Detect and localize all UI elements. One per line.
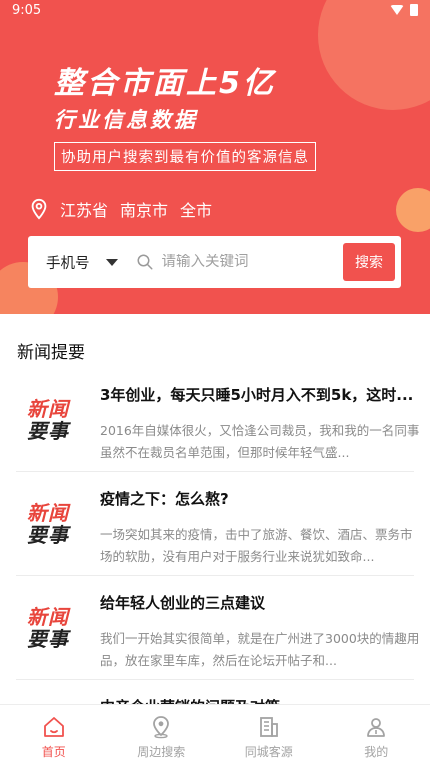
location-province[interactable]: 江苏省 — [60, 197, 108, 221]
location-district[interactable]: 全市 — [180, 197, 212, 221]
location-selector[interactable]: 江苏省 南京市 全市 — [28, 197, 224, 221]
search-bar: 手机号 搜索 — [28, 236, 401, 288]
wifi-icon — [390, 5, 404, 15]
hero-banner: 9:05 整合市面上5亿 行业信息数据 协助用户搜索到最有价值的客源信息 江苏省… — [0, 0, 430, 314]
news-logo: 新闻 要事 — [27, 501, 69, 547]
status-icons — [390, 4, 418, 16]
news-desc: 我们一开始其实很简单，就是在广州进了3000块的情趣用品，放在家里车库，然后在论… — [100, 631, 420, 668]
home-icon — [43, 717, 64, 737]
hero-subheadline: 行业信息数据 — [54, 108, 198, 132]
tab-label: 我的 — [364, 745, 389, 759]
location-pin-icon — [153, 716, 170, 739]
battery-icon — [410, 4, 418, 16]
news-desc: 2016年自媒体很火，又恰逢公司裁员，我和我的一名同事虽然不在裁员名单范围，但那… — [100, 423, 420, 460]
hero-headline: 整合市面上5亿 — [54, 66, 276, 101]
location-pin-icon — [31, 198, 47, 220]
news-title[interactable]: 疫情之下：怎么熬? — [100, 488, 420, 509]
tab-mine[interactable]: 我的 — [323, 705, 430, 766]
bottom-tab-bar: 首页 周边搜索 同城客源 我的 — [0, 704, 430, 766]
tab-label: 同城客源 — [244, 745, 293, 759]
news-item[interactable]: 新闻 要事 疫情之下：怎么熬? 一场突如其来的疫情，击中了旅游、餐饮、酒店、票务… — [16, 472, 414, 576]
news-logo: 新闻 要事 — [27, 397, 69, 443]
news-desc: 一场突如其来的疫情，击中了旅游、餐饮、酒店、票务市场的软肋，没有用户对于服务行业… — [100, 527, 413, 564]
section-title: 新闻提要 — [17, 343, 85, 363]
tab-nearby-search[interactable]: 周边搜索 — [108, 705, 216, 766]
decor-circle — [396, 188, 430, 232]
status-bar: 9:05 — [0, 0, 430, 22]
status-time: 9:05 — [12, 3, 42, 18]
tab-home[interactable]: 首页 — [0, 705, 108, 766]
tab-local-customers[interactable]: 同城客源 — [215, 705, 323, 766]
news-logo: 新闻 要事 — [27, 605, 69, 651]
search-input[interactable] — [161, 254, 322, 270]
news-title[interactable]: 3年创业，每天只睡5小时月入不到5k，这时... — [100, 384, 420, 405]
news-title[interactable]: 给年轻人创业的三点建议 — [100, 592, 420, 613]
hero-tagline: 协助用户搜索到最有价值的客源信息 — [54, 142, 316, 171]
news-item[interactable]: 新闻 要事 给年轻人创业的三点建议 我们一开始其实很简单，就是在广州进了3000… — [16, 576, 419, 680]
location-city[interactable]: 南京市 — [120, 197, 168, 221]
building-icon — [259, 717, 278, 737]
search-button[interactable]: 搜索 — [343, 243, 395, 281]
tab-label: 周边搜索 — [137, 745, 186, 759]
tab-label: 首页 — [41, 745, 66, 759]
search-type-select[interactable]: 手机号 — [46, 252, 90, 273]
search-icon — [137, 254, 152, 270]
caret-down-icon[interactable] — [105, 258, 118, 266]
news-item[interactable]: 新闻 要事 3年创业，每天只睡5小时月入不到5k，这时... 2016年自媒体很… — [16, 368, 419, 472]
user-icon — [367, 718, 386, 737]
